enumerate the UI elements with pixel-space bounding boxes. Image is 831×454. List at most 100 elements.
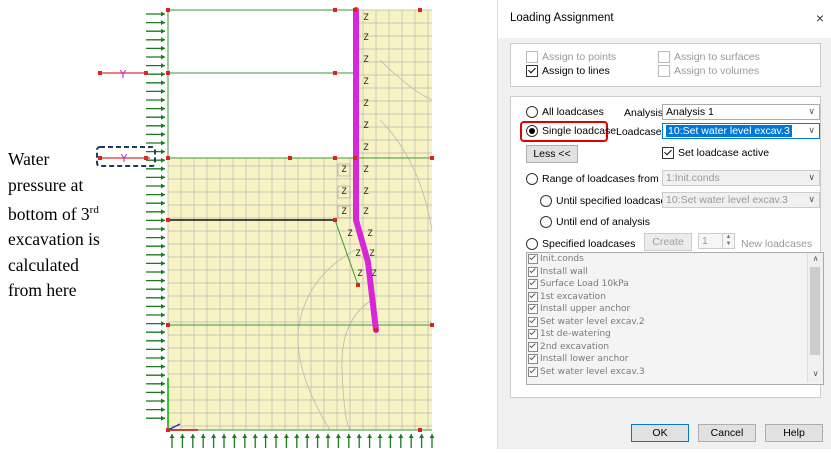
less-button[interactable]: Less << [526, 145, 578, 163]
range-from-select[interactable]: 1:Init.conds ∨ [662, 170, 820, 186]
loadcase-list-item[interactable]: Set water level excav.3 [527, 366, 823, 379]
radio-circle[interactable] [526, 173, 538, 185]
wall-z-label: Z [355, 249, 361, 259]
loadcase-select[interactable]: 10:Set water level excav.3 ∨ [662, 123, 820, 139]
until-specified-select[interactable]: 10:Set water level excav.3 ∨ [662, 192, 820, 208]
checkbox-box[interactable] [528, 266, 538, 277]
loadcase-list-item[interactable]: Install wall [527, 266, 823, 279]
radio-circle[interactable] [526, 106, 538, 118]
support-arrow-head [398, 434, 404, 438]
checkbox-box[interactable] [658, 51, 670, 63]
node-marker [166, 8, 170, 12]
checkbox-box[interactable] [528, 354, 538, 365]
until-specified-loadcase-radio[interactable]: Until specified loadcase [540, 195, 666, 207]
scroll-up-icon[interactable]: ∧ [808, 254, 823, 266]
loadcase-list-item[interactable]: 2nd excavation [527, 341, 823, 354]
radio-circle[interactable] [526, 125, 538, 137]
wall-z-label: Z [363, 13, 369, 23]
support-arrow-head [161, 209, 165, 215]
checkbox-box[interactable] [528, 366, 538, 377]
support-arrow-head [161, 131, 165, 137]
support-arrow-head [242, 434, 248, 438]
checkbox-box[interactable] [662, 147, 674, 159]
checkbox-box[interactable] [528, 316, 538, 327]
list-scrollbar[interactable]: ∧ ∨ [807, 253, 823, 382]
wall-z-label: Z [371, 269, 377, 279]
checkbox-box[interactable] [528, 291, 538, 302]
loadcase-list-item[interactable]: Set water level excav.2 [527, 316, 823, 329]
node-marker [166, 156, 170, 160]
until-end-of-analysis-radio[interactable]: Until end of analysis [540, 216, 650, 228]
support-arrow-head [161, 217, 165, 223]
support-arrow-head [161, 329, 165, 335]
loadcase-list-item[interactable]: Surface Load 10kPa [527, 278, 823, 291]
support-arrow-head [377, 434, 383, 438]
support-arrow-head [161, 192, 165, 198]
loadcase-list-item[interactable]: Install upper anchor [527, 303, 823, 316]
radio-circle[interactable] [526, 238, 538, 250]
support-arrow-head [161, 114, 165, 120]
support-arrow-head [356, 434, 362, 438]
support-arrow-head [161, 37, 165, 43]
range-of-loadcases-radio[interactable]: Range of loadcases from [526, 173, 659, 185]
close-icon[interactable]: × [816, 10, 824, 26]
dialog-titlebar: Loading Assignment × [498, 0, 831, 38]
node-marker [356, 283, 360, 287]
analysis-select[interactable]: Analysis 1 ∨ [662, 104, 820, 120]
checkbox-box[interactable] [526, 65, 538, 77]
node-marker [333, 71, 337, 75]
assign-to-surfaces-checkbox[interactable]: Assign to surfaces [658, 51, 760, 63]
annotation-line-4: excavation is [8, 229, 100, 250]
radio-circle[interactable] [540, 216, 552, 228]
checkbox-box[interactable] [528, 304, 538, 315]
support-arrow-head [161, 97, 165, 103]
assign-to-lines-checkbox[interactable]: Assign to lines [526, 65, 610, 77]
scroll-thumb[interactable] [810, 267, 820, 355]
checkbox-box[interactable] [528, 329, 538, 340]
chevron-down-icon: ∨ [808, 125, 815, 135]
loadcase-list[interactable]: Init.conds Install wall Surface Load 10kPa… [526, 252, 824, 385]
node-marker [430, 156, 434, 160]
checkbox-box[interactable] [528, 341, 538, 352]
radio-circle[interactable] [540, 195, 552, 207]
support-arrow-head [346, 434, 352, 438]
cancel-button[interactable]: Cancel [698, 424, 756, 442]
support-arrow-head [161, 260, 165, 266]
node-marker [166, 323, 170, 327]
assign-to-points-checkbox[interactable]: Assign to points [526, 51, 616, 63]
new-loadcases-spinner[interactable]: 1 ▲ ▼ [698, 233, 735, 249]
create-button[interactable]: Create [644, 233, 692, 251]
support-arrow-head [161, 71, 165, 77]
support-arrow-head [190, 434, 196, 438]
node-marker [418, 428, 422, 432]
checkbox-box[interactable] [528, 254, 538, 265]
spinner-arrows-icon[interactable]: ▲ ▼ [722, 234, 734, 248]
checkbox-box[interactable] [528, 279, 538, 290]
scroll-down-icon[interactable]: ∨ [808, 369, 823, 381]
checkbox-box[interactable] [658, 65, 670, 77]
all-loadcases-radio[interactable]: All loadcases [526, 106, 604, 118]
single-loadcase-radio[interactable]: Single loadcase [526, 125, 616, 137]
support-arrow-head [161, 226, 165, 232]
wall-z-label: Z [363, 143, 369, 153]
ok-button[interactable]: OK [631, 424, 689, 442]
help-button[interactable]: Help [765, 424, 823, 442]
set-loadcase-active-checkbox[interactable]: Set loadcase active [662, 147, 769, 159]
annotation-line-1: Water [8, 149, 50, 169]
specified-loadcases-radio[interactable]: Specified loadcases [526, 238, 635, 250]
wall-z-label: Z [367, 229, 373, 239]
loadcase-list-item[interactable]: 1st de-watering [527, 328, 823, 341]
support-arrow-head [408, 434, 414, 438]
loadcase-list-item[interactable]: Init.conds [527, 253, 823, 266]
annotation-line-6: from here [8, 280, 77, 301]
support-arrow-head [161, 80, 165, 86]
support-arrow-head [325, 434, 331, 438]
support-arrow-head [161, 63, 165, 69]
annotation-line-3: bottom of 3rd [8, 203, 99, 224]
loadcase-list-item[interactable]: Install lower anchor [527, 353, 823, 366]
support-arrow-head [161, 278, 165, 284]
checkbox-box[interactable] [526, 51, 538, 63]
loadcase-list-item[interactable]: 1st excavation [527, 291, 823, 304]
assign-to-volumes-checkbox[interactable]: Assign to volumes [658, 65, 759, 77]
wall-z-label: Z [363, 165, 369, 175]
